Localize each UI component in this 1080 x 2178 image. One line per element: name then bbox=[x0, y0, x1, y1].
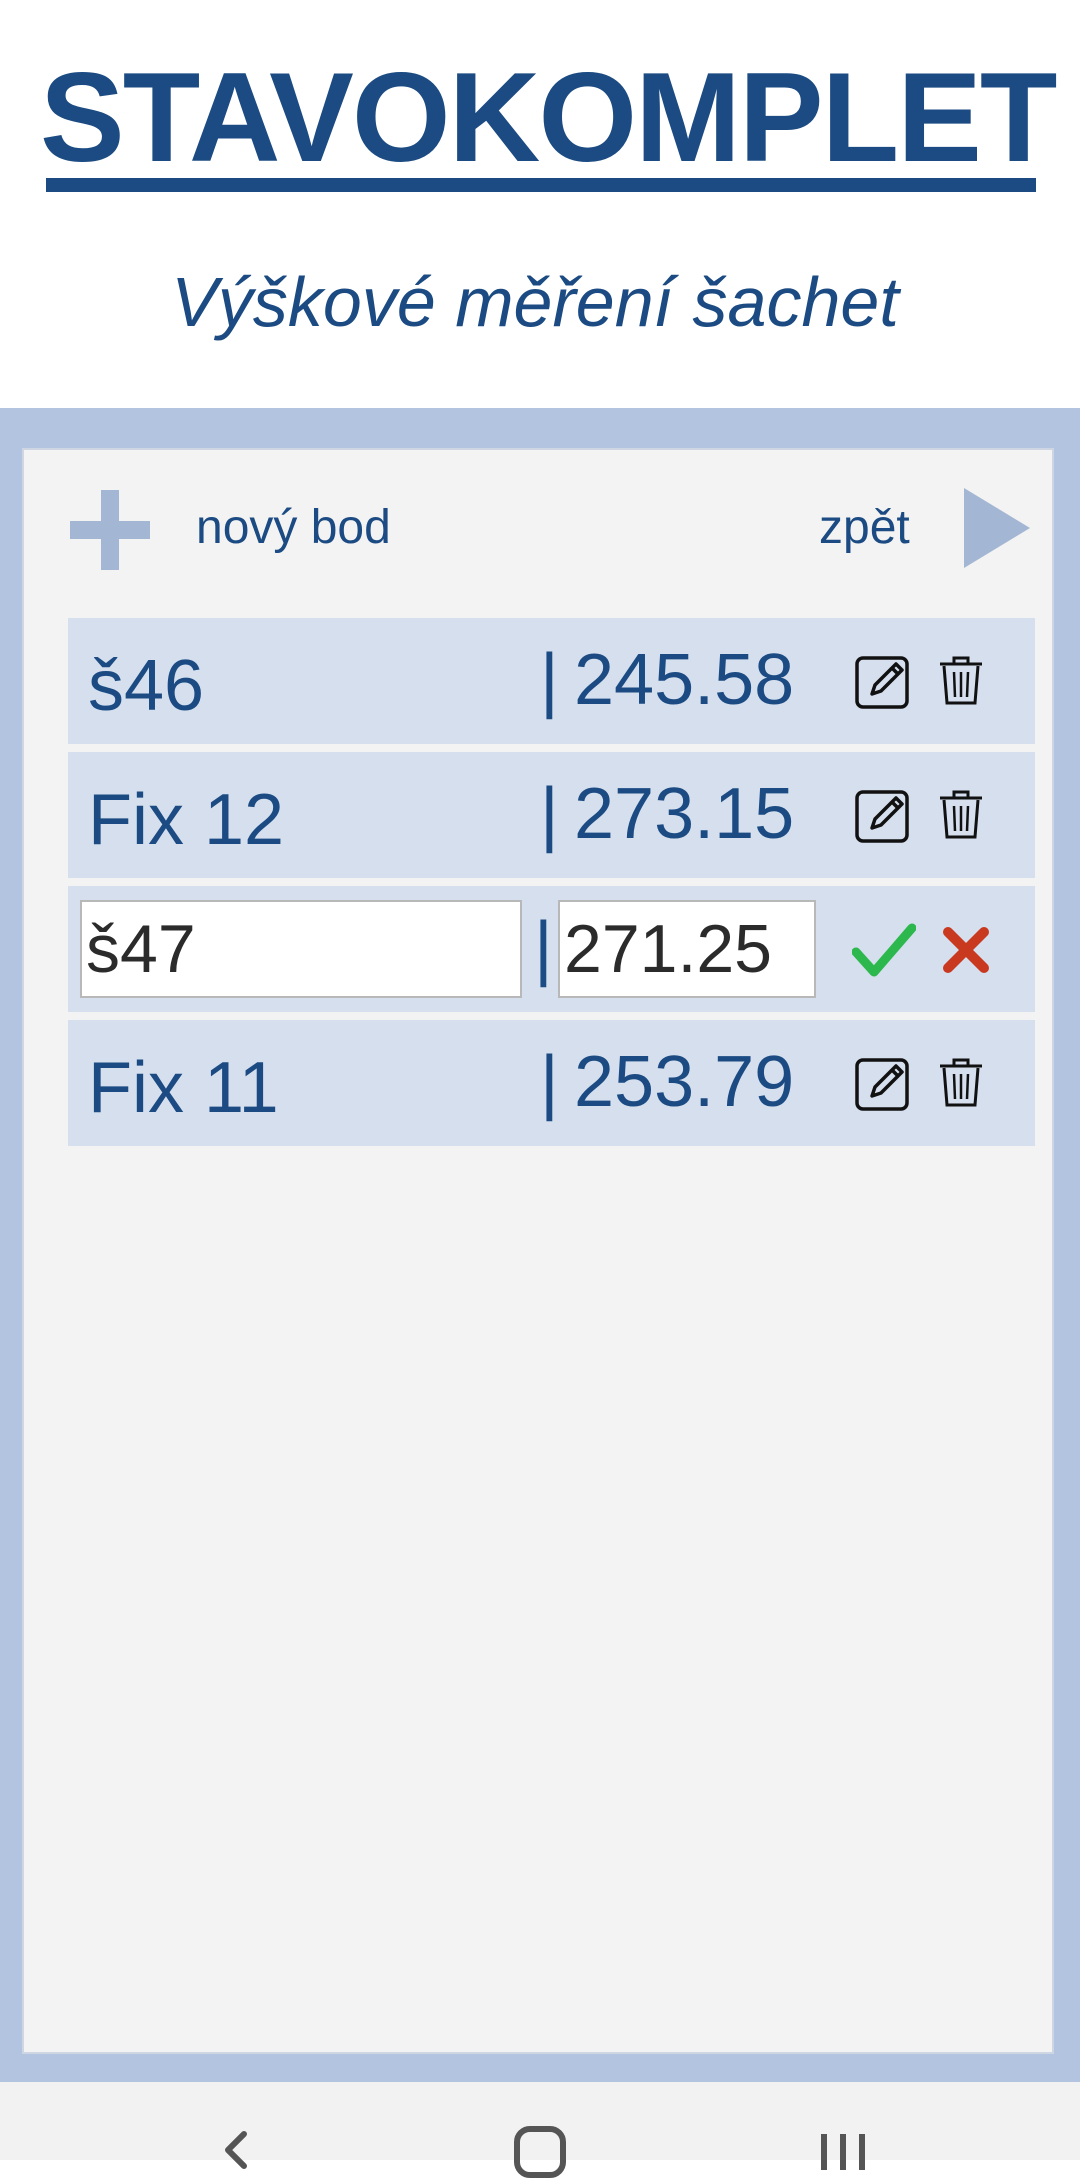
check-icon[interactable] bbox=[852, 922, 916, 978]
content-frame: nový bod zpět š46 | 245.58 Fix 12 | 273.… bbox=[0, 408, 1080, 2082]
point-height: 253.79 bbox=[574, 1042, 795, 1122]
point-height-input[interactable] bbox=[558, 900, 816, 998]
edit-icon[interactable] bbox=[854, 652, 912, 710]
nav-recent-apps-icon[interactable] bbox=[818, 2130, 868, 2170]
separator: | bbox=[540, 640, 559, 720]
stavokomplet-logo: STAVOKOMPLET bbox=[40, 46, 1058, 202]
toolbar: nový bod zpět bbox=[24, 450, 1052, 600]
trash-icon[interactable] bbox=[938, 1058, 984, 1108]
plus-icon[interactable] bbox=[70, 490, 150, 570]
point-name-input[interactable] bbox=[80, 900, 522, 998]
separator: | bbox=[540, 774, 559, 854]
point-name: š46 bbox=[88, 646, 205, 726]
point-name: Fix 11 bbox=[88, 1048, 279, 1128]
back-button[interactable]: zpět bbox=[819, 498, 910, 558]
separator: | bbox=[534, 908, 553, 988]
logo-text: STAVOKOMPLET bbox=[40, 46, 1058, 188]
new-point-button[interactable]: nový bod bbox=[196, 498, 391, 558]
trash-icon[interactable] bbox=[938, 790, 984, 840]
edit-icon[interactable] bbox=[854, 1054, 912, 1112]
list-item-editing: | bbox=[68, 886, 1035, 1012]
point-height: 273.15 bbox=[574, 774, 795, 854]
list-item: š46 | 245.58 bbox=[68, 618, 1035, 744]
system-nav-bar bbox=[0, 2082, 1080, 2178]
list-item: Fix 11 | 253.79 bbox=[68, 1020, 1035, 1146]
app-header: STAVOKOMPLET Výškové měření šachet bbox=[0, 0, 1080, 408]
list-item: Fix 12 | 273.15 bbox=[68, 752, 1035, 878]
point-name: Fix 12 bbox=[88, 780, 285, 860]
page-title: Výškové měření šachet bbox=[171, 263, 899, 341]
points-panel: nový bod zpět š46 | 245.58 Fix 12 | 273.… bbox=[22, 448, 1054, 2054]
logo-underline bbox=[46, 178, 1036, 192]
trash-icon[interactable] bbox=[938, 656, 984, 706]
play-icon[interactable] bbox=[964, 488, 1030, 568]
points-list: š46 | 245.58 Fix 12 | 273.15 š47 | 271.2… bbox=[68, 618, 1035, 1154]
edit-icon[interactable] bbox=[854, 786, 912, 844]
point-height: 245.58 bbox=[574, 640, 795, 720]
nav-back-icon[interactable] bbox=[216, 2130, 256, 2170]
nav-home-icon[interactable] bbox=[514, 2126, 566, 2178]
separator: | bbox=[540, 1042, 559, 1122]
close-icon[interactable] bbox=[942, 926, 990, 974]
